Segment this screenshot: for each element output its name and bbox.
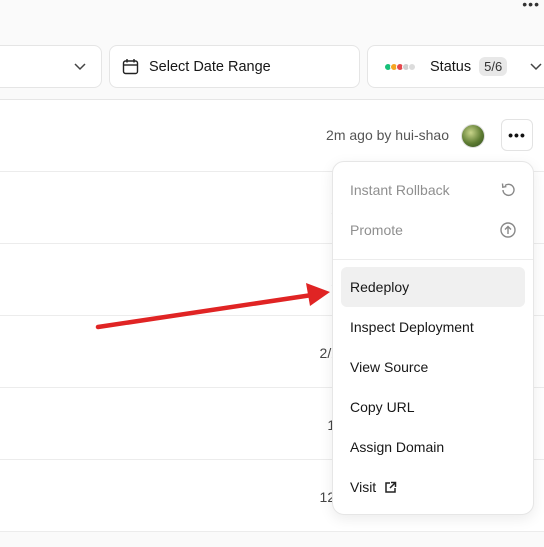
window-menu-dots[interactable]: ••• — [522, 0, 540, 12]
external-link-icon — [384, 481, 397, 494]
status-filter[interactable]: Status 5/6 — [367, 45, 544, 88]
date-range-label: Select Date Range — [149, 58, 271, 75]
avatar — [461, 124, 485, 148]
menu-item-assign-domain[interactable]: Assign Domain — [341, 427, 525, 467]
menu-item-label: Copy URL — [350, 399, 415, 415]
menu-item-view-source[interactable]: View Source — [341, 347, 525, 387]
menu-separator — [333, 259, 533, 260]
deployment-meta: 2m ago by hui-shao — [326, 127, 449, 143]
menu-item-instant-rollback[interactable]: Instant Rollback — [341, 170, 525, 210]
rollback-icon — [501, 183, 515, 196]
status-label: Status — [430, 58, 472, 75]
menu-item-inspect-deployment[interactable]: Inspect Deployment — [341, 307, 525, 347]
status-dots — [384, 62, 416, 71]
menu-item-label: Inspect Deployment — [350, 319, 474, 335]
status-count-badge: 5/6 — [479, 57, 508, 76]
menu-item-copy-url[interactable]: Copy URL — [341, 387, 525, 427]
menu-item-label: Visit — [350, 479, 377, 495]
deployment-actions-menu: Instant Rollback Promote Redeploy Inspec… — [332, 161, 534, 515]
chevron-down-icon — [530, 63, 542, 71]
status-dot-canceled — [408, 62, 416, 71]
menu-item-promote[interactable]: Promote — [341, 210, 525, 250]
more-actions-button[interactable]: ••• — [501, 119, 533, 151]
menu-item-label: View Source — [350, 359, 429, 375]
menu-item-visit[interactable]: Visit — [341, 467, 525, 507]
calendar-icon — [122, 59, 139, 75]
menu-item-redeploy[interactable]: Redeploy — [341, 267, 525, 307]
promote-icon — [500, 222, 516, 238]
date-range-filter[interactable]: Select Date Range — [109, 45, 360, 88]
branch-filter[interactable] — [0, 45, 102, 88]
filter-bar: Select Date Range Status 5/6 — [0, 45, 544, 89]
menu-item-label: Assign Domain — [350, 439, 445, 455]
menu-item-label: Promote — [350, 222, 403, 238]
menu-item-label: Instant Rollback — [350, 182, 450, 198]
menu-item-label: Redeploy — [350, 279, 410, 295]
chevron-down-icon — [74, 63, 86, 71]
